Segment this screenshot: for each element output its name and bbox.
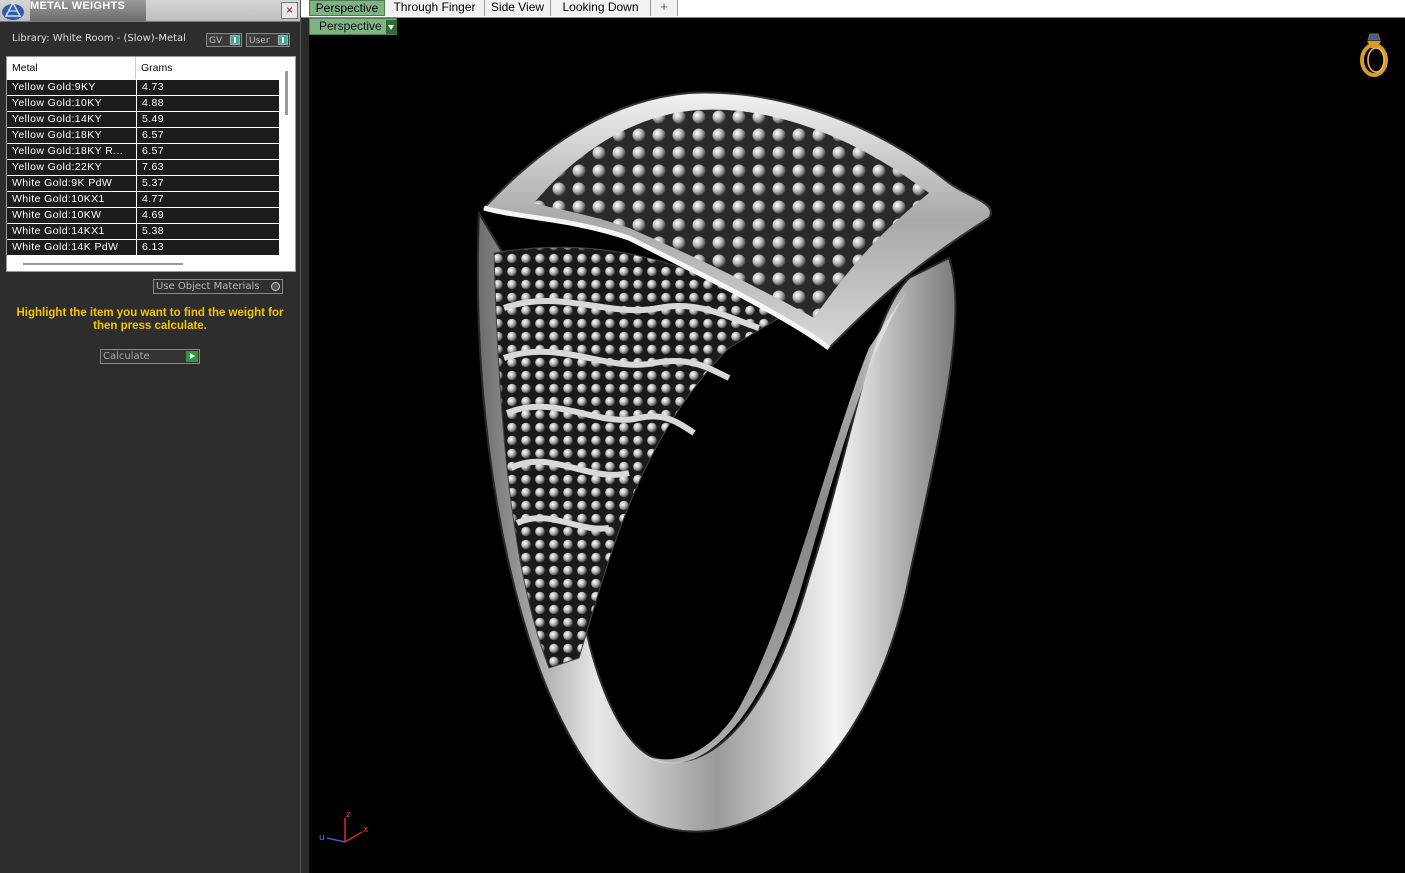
- panel-title: METAL WEIGHTS: [30, 0, 146, 21]
- gv-toggle-knob: [230, 35, 240, 45]
- calculate-label: Calculate: [103, 351, 150, 362]
- panel-titlebar: METAL WEIGHTS ×: [0, 0, 300, 22]
- grams-cell: 5.49: [136, 112, 279, 127]
- grams-cell: 4.77: [136, 192, 279, 207]
- table-vertical-scrollbar[interactable]: [285, 71, 288, 115]
- grams-cell: 6.57: [136, 144, 279, 159]
- axis-gizmo: z x u: [319, 810, 369, 843]
- axis-label-y: u: [319, 833, 325, 843]
- grams-cell: 5.38: [136, 224, 279, 239]
- chevron-down-icon[interactable]: [386, 20, 397, 34]
- play-icon: [186, 351, 198, 362]
- metal-cell: Yellow Gold:14KY: [12, 113, 103, 125]
- metal-cell: White Gold:10KW: [12, 209, 102, 221]
- rhino-logo-icon: [2, 1, 24, 20]
- table-row[interactable]: Yellow Gold:9KY 4.73: [7, 80, 279, 96]
- axis-label-z: z: [346, 810, 351, 820]
- table-row[interactable]: Yellow Gold:10KY 4.88: [7, 96, 279, 112]
- metal-cell: Yellow Gold:22KY: [12, 161, 103, 173]
- panel-title-label: METAL WEIGHTS: [30, 0, 126, 12]
- table-row[interactable]: White Gold:14KX1 5.38: [7, 224, 279, 240]
- tab-looking-down[interactable]: Looking Down: [551, 0, 651, 16]
- table-row[interactable]: Yellow Gold:14KY 5.49: [7, 112, 279, 128]
- grams-cell: 4.73: [136, 80, 279, 95]
- metal-cell: Yellow Gold:9KY: [12, 81, 96, 93]
- table-row[interactable]: Yellow Gold:22KY 7.63: [7, 160, 279, 176]
- metal-cell: Yellow Gold:18KY R...: [12, 145, 124, 157]
- grams-cell: 7.63: [136, 160, 279, 175]
- table-row[interactable]: White Gold:10KW 4.69: [7, 208, 279, 224]
- metal-cell: White Gold:14KX1: [12, 225, 105, 237]
- table-rows: Yellow Gold:9KY 4.73 Yellow Gold:10KY 4.88…: [7, 80, 279, 256]
- table-header: Metal Grams: [7, 57, 283, 79]
- library-label: Library: White Room - (Slow)-Metal: [12, 33, 186, 44]
- grams-cell: 6.13: [136, 240, 279, 255]
- add-tab-button[interactable]: +: [651, 0, 678, 16]
- plus-icon: +: [660, 0, 668, 14]
- ring-model-render: [476, 91, 992, 833]
- table-row[interactable]: White Gold:9K PdW 5.37: [7, 176, 279, 192]
- use-object-materials-toggle[interactable]: Use Object Materials: [153, 279, 283, 294]
- metal-cell: White Gold:10KX1: [12, 193, 105, 205]
- metal-weights-panel: METAL WEIGHTS × Library: White Room - (S…: [0, 0, 301, 873]
- table-row[interactable]: White Gold:14K PdW 6.13: [7, 240, 279, 256]
- column-header-metal[interactable]: Metal: [7, 57, 136, 79]
- metal-cell: White Gold:14K PdW: [12, 241, 119, 253]
- grams-cell: 5.37: [136, 176, 279, 191]
- 3d-viewport[interactable]: Perspective z x u: [309, 18, 1405, 873]
- ring-icon[interactable]: [1356, 28, 1392, 78]
- calculate-button[interactable]: Calculate: [100, 349, 200, 364]
- metal-cell: Yellow Gold:18KY: [12, 129, 103, 141]
- close-panel-button[interactable]: ×: [281, 2, 298, 19]
- gv-toggle-label: GV: [209, 36, 223, 46]
- table-row[interactable]: Yellow Gold:18KY 6.57: [7, 128, 279, 144]
- table-horizontal-scrollbar[interactable]: [23, 263, 183, 265]
- user-toggle-knob: [278, 35, 288, 45]
- viewport-tabbar: Perspective Through Finger Side View Loo…: [301, 0, 1405, 18]
- grams-cell: 6.57: [136, 128, 279, 143]
- table-row[interactable]: White Gold:10KX1 4.77: [7, 192, 279, 208]
- metal-cell: White Gold:9K PdW: [12, 177, 113, 189]
- tab-side-view[interactable]: Side View: [485, 0, 551, 16]
- user-toggle-label: User: [249, 36, 270, 46]
- metal-weights-table[interactable]: Metal Grams Yellow Gold:9KY 4.73 Yellow G…: [6, 56, 296, 272]
- radio-icon: [271, 282, 280, 291]
- user-toggle[interactable]: User: [246, 33, 290, 47]
- axis-label-x: x: [363, 825, 369, 835]
- metal-cell: Yellow Gold:10KY: [12, 97, 103, 109]
- tab-perspective[interactable]: Perspective: [309, 0, 385, 16]
- view-name-label[interactable]: Perspective: [309, 18, 397, 35]
- grams-cell: 4.69: [136, 208, 279, 223]
- instructions-text: Highlight the item you want to find the …: [16, 307, 284, 332]
- tab-through-finger[interactable]: Through Finger: [385, 0, 485, 16]
- view-name-text: Perspective: [319, 19, 382, 33]
- gv-toggle[interactable]: GV: [206, 33, 242, 47]
- column-header-grams[interactable]: Grams: [136, 57, 279, 79]
- grams-cell: 4.88: [136, 96, 279, 111]
- table-row[interactable]: Yellow Gold:18KY R... 6.57: [7, 144, 279, 160]
- use-object-materials-label: Use Object Materials: [156, 281, 260, 292]
